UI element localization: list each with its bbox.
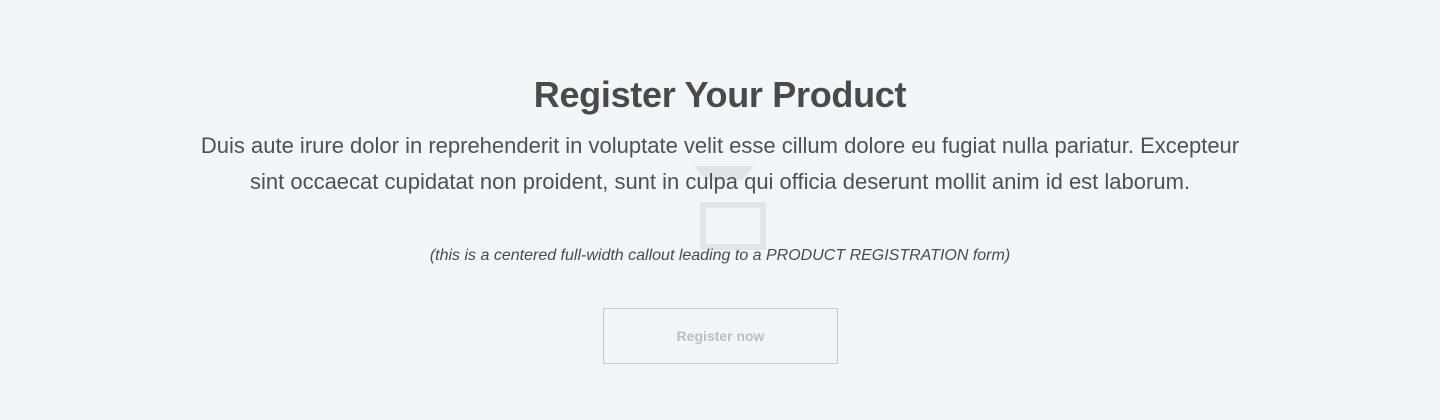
register-now-button[interactable]: Register now [603, 308, 838, 364]
callout-description: Duis aute irure dolor in reprehenderit i… [200, 133, 1240, 194]
page-title: Register Your Product [533, 74, 907, 115]
callout-note: (this is a centered full-width callout l… [429, 247, 1011, 264]
product-registration-callout: Register Your Product Duis aute irure do… [0, 0, 1440, 420]
